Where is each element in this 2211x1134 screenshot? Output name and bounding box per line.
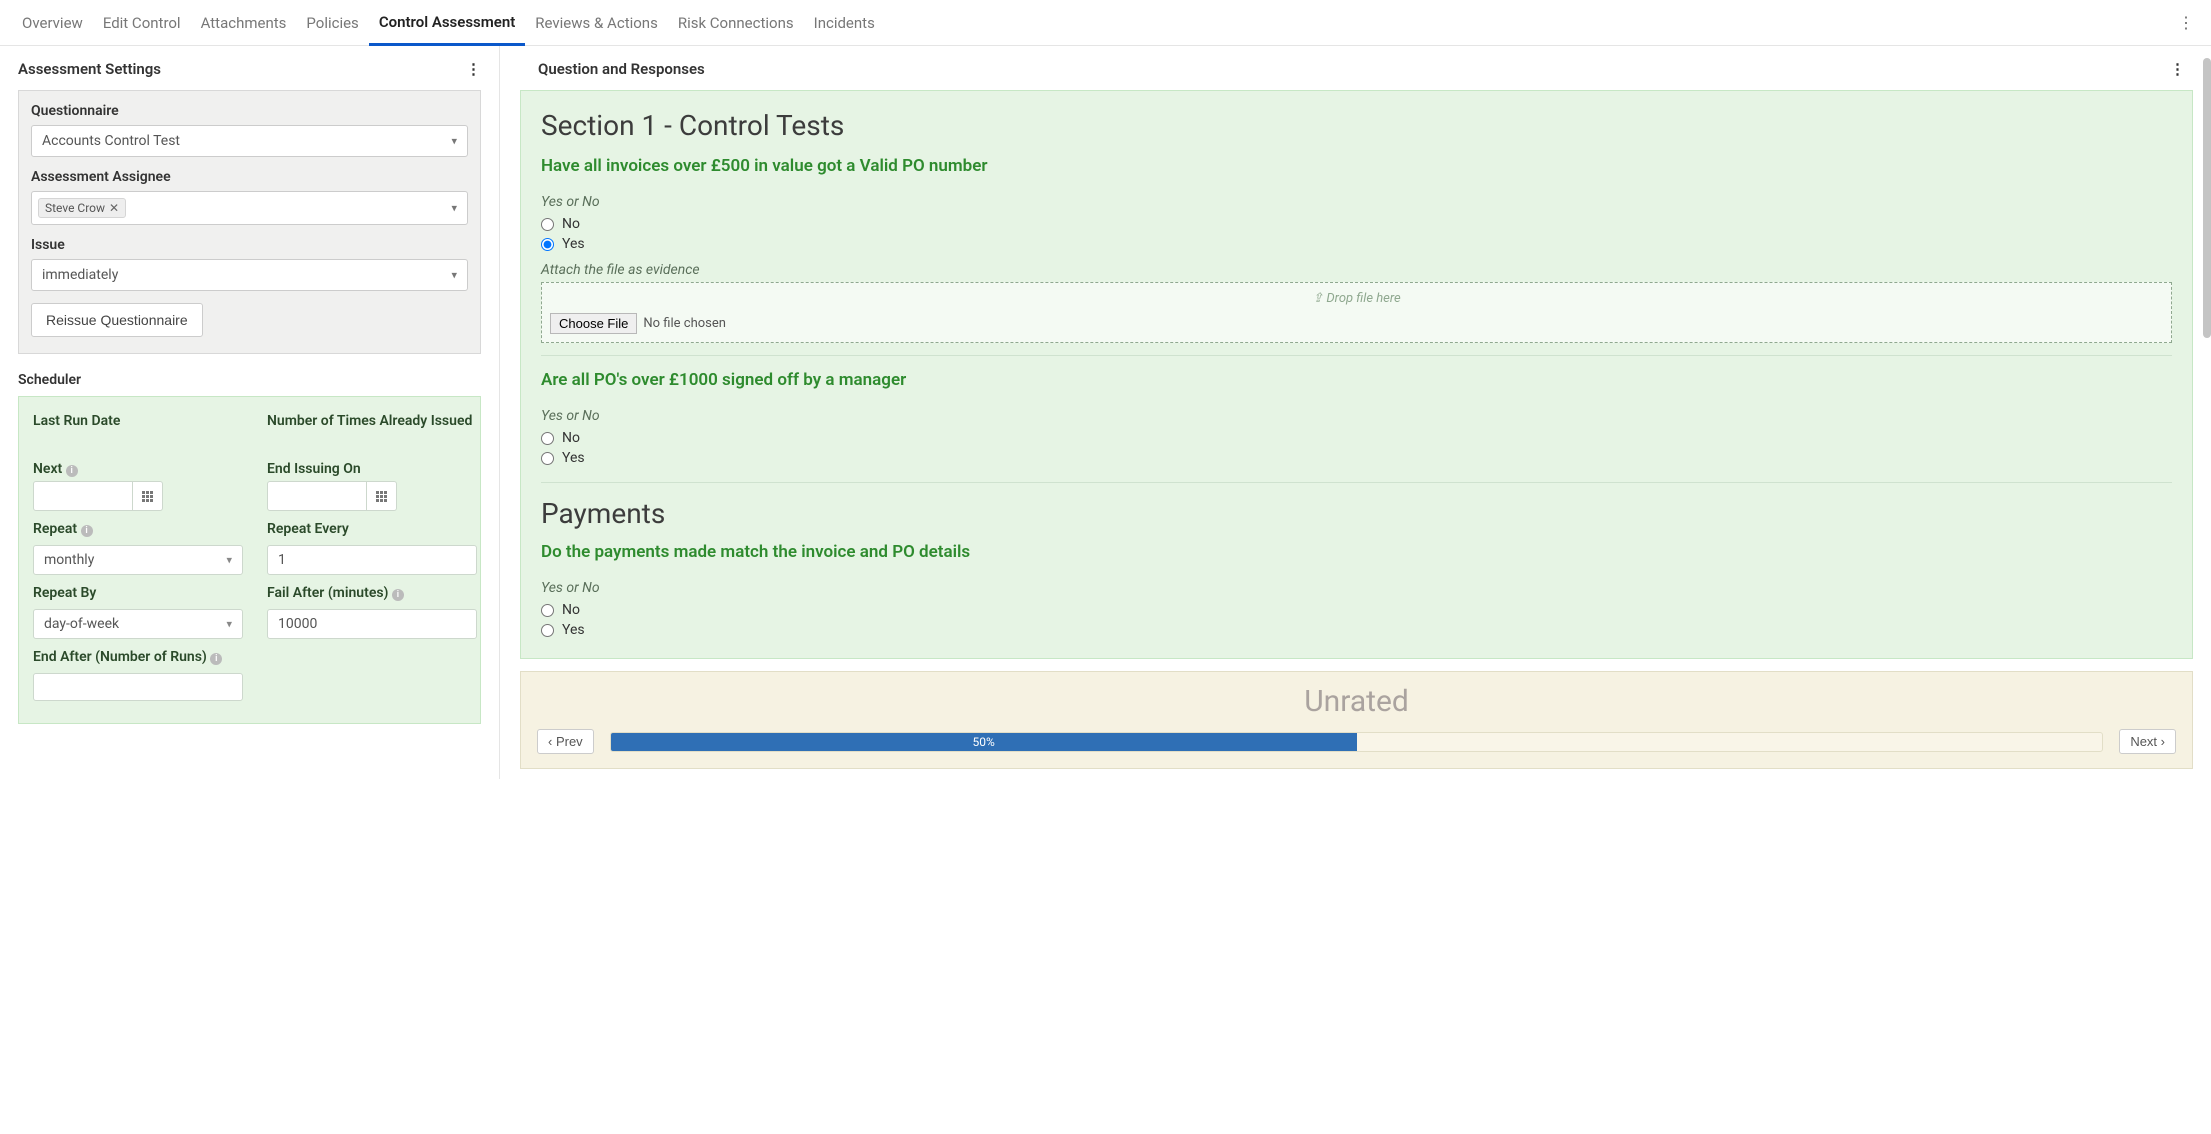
question-responses-panel: Question and Responses ⋮ Section 1 - Con… [520,46,2211,779]
repeat-select[interactable]: monthly [33,545,243,575]
progress-fill: 50% [611,733,1357,751]
q2-yes-label: Yes [562,450,585,466]
scheduler-box: Last Run Date Number of Times Already Is… [18,396,481,724]
issued-count-value [267,433,477,451]
q1-radio-no[interactable] [541,218,554,231]
q1-yes-label: Yes [562,236,585,252]
q2-radio-no[interactable] [541,432,554,445]
info-icon: i [392,589,404,601]
tab-reviews-actions[interactable]: Reviews & Actions [525,2,668,44]
choose-file-button[interactable]: Choose File [550,313,637,334]
drop-hint: ⇪ Drop file here [1312,291,1400,306]
end-issuing-date-picker-button[interactable] [367,481,397,511]
info-icon: i [81,525,93,537]
rating-status: Unrated [537,684,2176,719]
assignee-chip-label: Steve Crow [45,201,105,215]
scheduler-title: Scheduler [0,368,499,396]
last-run-value [33,433,243,451]
yes-no-label: Yes or No [541,194,2172,210]
prev-button[interactable]: ‹ Prev [537,729,594,754]
top-kebab-icon[interactable]: ⋮ [2172,12,2199,34]
calendar-grid-icon [142,491,153,502]
assignee-label: Assessment Assignee [31,169,468,185]
settings-box: Questionnaire Accounts Control Test Asse… [18,90,481,354]
info-icon: i [66,465,78,477]
yes-no-label: Yes or No [541,580,2172,596]
q1-radio-yes[interactable] [541,238,554,251]
next-button[interactable]: Next › [2119,729,2176,754]
repeat-every-label: Repeat Every [267,521,477,537]
question-1-text: Have all invoices over £500 in value got… [541,156,1021,176]
attach-evidence-label: Attach the file as evidence [541,262,2172,278]
tab-risk-connections[interactable]: Risk Connections [668,2,804,44]
progress-bar: 50% [610,732,2104,752]
issue-label: Issue [31,237,468,253]
assignee-chip: Steve Crow ✕ [38,198,126,218]
issued-count-label: Number of Times Already Issued [267,413,477,429]
end-after-input[interactable] [33,673,243,701]
question-1-block: Have all invoices over £500 in value got… [541,156,2172,356]
scrollbar-thumb[interactable] [2203,58,2211,338]
tab-policies[interactable]: Policies [296,2,368,44]
reissue-questionnaire-button[interactable]: Reissue Questionnaire [31,303,203,337]
q2-radio-yes[interactable] [541,452,554,465]
tab-control-assessment[interactable]: Control Assessment [369,1,525,46]
chevron-left-icon: ‹ [548,734,556,749]
end-issuing-date-input[interactable] [267,481,367,511]
last-run-label: Last Run Date [33,413,243,429]
question-2-text: Are all PO's over £1000 signed off by a … [541,370,2172,390]
questionnaire-label: Questionnaire [31,103,468,119]
question-3-text: Do the payments made match the invoice a… [541,542,2172,562]
question-area: Section 1 - Control Tests Have all invoi… [520,90,2193,659]
q3-radio-yes[interactable] [541,624,554,637]
question-responses-title: Question and Responses [538,60,705,78]
next-date-input[interactable] [33,481,133,511]
file-status: No file chosen [643,316,726,331]
fail-after-label: Fail After (minutes) i [267,585,477,601]
yes-no-label: Yes or No [541,408,2172,424]
questionnaire-select[interactable]: Accounts Control Test [31,125,468,157]
question-2-block: Are all PO's over £1000 signed off by a … [541,370,2172,483]
payments-section-title: Payments [541,497,2172,530]
issue-select[interactable]: immediately [31,259,468,291]
repeat-every-input[interactable]: 1 [267,545,477,575]
top-tabs: Overview Edit Control Attachments Polici… [0,0,2211,46]
tab-attachments[interactable]: Attachments [191,2,297,44]
assessment-settings-panel: Assessment Settings ⋮ Questionnaire Acco… [0,46,500,779]
responses-kebab-icon[interactable]: ⋮ [2170,60,2185,78]
info-icon: i [210,653,222,665]
tab-edit-control[interactable]: Edit Control [93,2,191,44]
next-label: Next i [33,461,243,477]
fail-after-input[interactable]: 10000 [267,609,477,639]
q3-no-label: No [562,602,580,618]
nav-footer: Unrated ‹ Prev 50% Next › [520,671,2193,769]
chevron-right-icon: › [2157,734,2165,749]
repeat-by-select[interactable]: day-of-week [33,609,243,639]
q1-no-label: No [562,216,580,232]
question-3-block: Do the payments made match the invoice a… [541,542,2172,646]
end-after-label: End After (Number of Runs) i [33,649,243,665]
repeat-label: Repeat i [33,521,243,537]
q3-radio-no[interactable] [541,604,554,617]
file-drop-zone[interactable]: ⇪ Drop file here Choose File No file cho… [541,282,2172,343]
scrollbar[interactable] [2203,46,2211,779]
repeat-by-label: Repeat By [33,585,243,601]
end-issuing-label: End Issuing On [267,461,477,477]
settings-kebab-icon[interactable]: ⋮ [466,60,481,78]
remove-assignee-icon[interactable]: ✕ [109,201,119,215]
q3-yes-label: Yes [562,622,585,638]
q2-no-label: No [562,430,580,446]
tab-overview[interactable]: Overview [12,2,93,44]
calendar-grid-icon [376,491,387,502]
next-date-picker-button[interactable] [133,481,163,511]
assignee-select[interactable]: Steve Crow ✕ [31,191,468,225]
section-title: Section 1 - Control Tests [541,109,2172,142]
assessment-settings-title: Assessment Settings [18,60,161,78]
tab-incidents[interactable]: Incidents [804,2,885,44]
